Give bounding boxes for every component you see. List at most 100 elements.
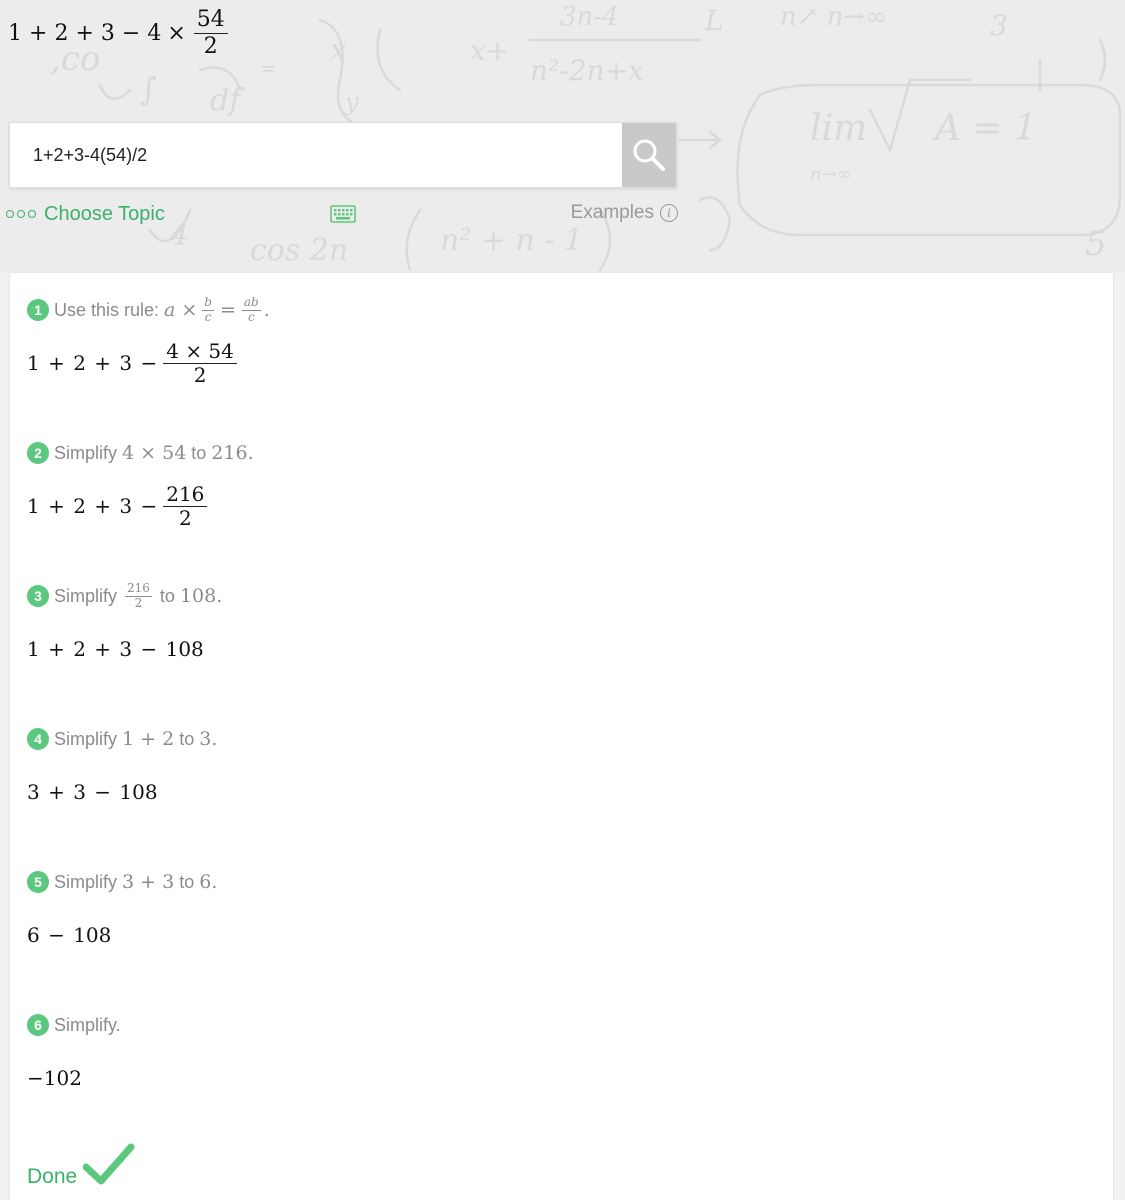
- headline-denominator: 2: [203, 33, 218, 59]
- choose-topic-link[interactable]: Choose Topic: [6, 203, 165, 226]
- from-denominator: 2: [134, 595, 143, 610]
- step-number-badge: 3: [27, 585, 49, 607]
- period: .: [247, 442, 254, 464]
- step-label: Simplify: [54, 585, 118, 606]
- rule-fraction: b c: [202, 296, 214, 323]
- step-expression: 3 + 3 − 108: [27, 780, 158, 804]
- svg-text:3: 3: [990, 9, 1008, 42]
- expression-denominator: 2: [178, 505, 192, 530]
- solution-panel: 1 Use this rule: a × b c = ab c . 1 + 2 …: [9, 272, 1114, 1200]
- svg-text:=: =: [260, 56, 277, 80]
- step-label: Simplify: [54, 871, 118, 892]
- times-symbol: ×: [181, 299, 198, 321]
- rule-numerator: b: [202, 295, 214, 311]
- expression-numerator: 4 × 54: [163, 339, 237, 364]
- to-word: to: [159, 585, 175, 606]
- step-5: 5 Simplify 3 + 3 to 6. 6 − 108: [27, 867, 217, 963]
- expression-fraction: 216 2: [163, 482, 208, 530]
- simplify-from: 4 × 54: [122, 442, 187, 464]
- dots-icon: [6, 210, 36, 218]
- rule-lhs: a: [164, 299, 176, 321]
- svg-text:L: L: [704, 4, 724, 37]
- plus-symbol: +: [29, 20, 48, 46]
- equals-symbol: =: [219, 299, 236, 321]
- simplify-from: 1 + 2: [122, 728, 175, 750]
- search-button[interactable]: [622, 123, 676, 187]
- minus-symbol: −: [121, 20, 141, 46]
- times-symbol: ×: [167, 20, 186, 46]
- simplify-from: 3 + 3: [122, 871, 175, 893]
- toolbar-row: Choose Topic Examples i: [6, 200, 678, 228]
- step-2: 2 Simplify 4 × 54 to 216. 1 + 2 + 3 − 21…: [27, 438, 254, 534]
- problem-title: 1 + 2 + 3 − 4 × 54 2: [8, 2, 230, 64]
- svg-text:df: df: [210, 83, 245, 118]
- svg-text:lim: lim: [810, 108, 867, 149]
- simplify-to: 216: [211, 442, 248, 464]
- svg-text:cos 2n: cos 2n: [250, 233, 348, 268]
- done-label: Done: [27, 1165, 78, 1188]
- step-expression: 1 + 2 + 3 − 216 2: [27, 478, 254, 534]
- svg-text:A = 1: A = 1: [932, 108, 1037, 149]
- simplify-to: 6: [199, 871, 212, 893]
- simplify-from-fraction: 216 2: [125, 582, 152, 609]
- headline-term-b: 2: [54, 20, 69, 46]
- expression-fraction: 4 × 54 2: [163, 339, 237, 387]
- svg-text:n²-2n+x: n²-2n+x: [530, 54, 644, 87]
- svg-text:x: x: [330, 33, 347, 68]
- search-input[interactable]: [10, 123, 624, 187]
- step-number-badge: 4: [27, 728, 49, 750]
- simplify-to: 3: [199, 728, 212, 750]
- rule-result-denominator: c: [247, 309, 255, 324]
- expression-prefix: 1 + 2 + 3 −: [27, 494, 158, 518]
- search-box: [9, 122, 677, 188]
- step-label: Simplify: [54, 728, 118, 749]
- step-6: 6 Simplify. −102: [27, 1010, 121, 1106]
- expression-denominator: 2: [193, 362, 207, 387]
- step-number-badge: 2: [27, 442, 49, 464]
- headline-term-a: 1: [8, 20, 22, 46]
- svg-text:x+: x+: [470, 34, 509, 67]
- headline-numerator: 54: [193, 7, 228, 34]
- expression-prefix: 1 + 2 + 3 −: [27, 351, 158, 375]
- rule-denominator: c: [204, 309, 212, 324]
- step-3: 3 Simplify 216 2 to 108. 1 + 2 + 3 − 108: [27, 581, 222, 677]
- step-number-badge: 5: [27, 871, 49, 893]
- step-expression: 1 + 2 + 3 − 108: [27, 637, 204, 661]
- examples-label: Examples: [570, 202, 654, 223]
- examples-link[interactable]: Examples i: [571, 202, 678, 224]
- period: .: [211, 728, 218, 750]
- svg-text:5: 5: [1085, 224, 1107, 264]
- headline-term-c: 3: [100, 20, 115, 46]
- choose-topic-label: Choose Topic: [44, 202, 165, 225]
- step-label: Use this rule:: [54, 299, 160, 320]
- step-4: 4 Simplify 1 + 2 to 3. 3 + 3 − 108: [27, 724, 217, 820]
- info-icon: i: [660, 204, 678, 222]
- step-expression: 6 − 108: [27, 923, 112, 947]
- keyboard-icon[interactable]: [330, 205, 356, 223]
- search-icon: [633, 139, 665, 171]
- period: .: [211, 871, 218, 893]
- step-1: 1 Use this rule: a × b c = ab c . 1 + 2 …: [27, 295, 270, 391]
- svg-text:n² + n - 1: n² + n - 1: [440, 223, 583, 258]
- to-word: to: [179, 871, 195, 892]
- step-number-badge: 1: [27, 299, 49, 321]
- step-label: Simplify: [54, 442, 118, 463]
- period: .: [216, 585, 223, 607]
- to-word: to: [191, 442, 207, 463]
- rule-result-numerator: ab: [241, 295, 261, 311]
- headline-term-d: 4: [147, 20, 162, 46]
- expression-numerator: 216: [163, 482, 208, 507]
- svg-text:n→∞: n→∞: [810, 164, 852, 185]
- simplify-to: 108: [179, 585, 217, 607]
- step-label: Simplify.: [54, 1014, 121, 1035]
- svg-text:n↗ n→∞: n↗ n→∞: [780, 2, 887, 32]
- headline-fraction: 54 2: [193, 7, 228, 59]
- step-number-badge: 6: [27, 1014, 49, 1036]
- checkmark-icon: [83, 1143, 135, 1185]
- svg-text:3n-4: 3n-4: [560, 2, 619, 32]
- from-numerator: 216: [125, 581, 152, 597]
- svg-text:y: y: [344, 88, 359, 116]
- rule-result-fraction: ab c: [241, 295, 261, 324]
- svg-text:∫: ∫: [140, 70, 157, 108]
- step-expression: 1 + 2 + 3 − 4 × 54 2: [27, 335, 270, 391]
